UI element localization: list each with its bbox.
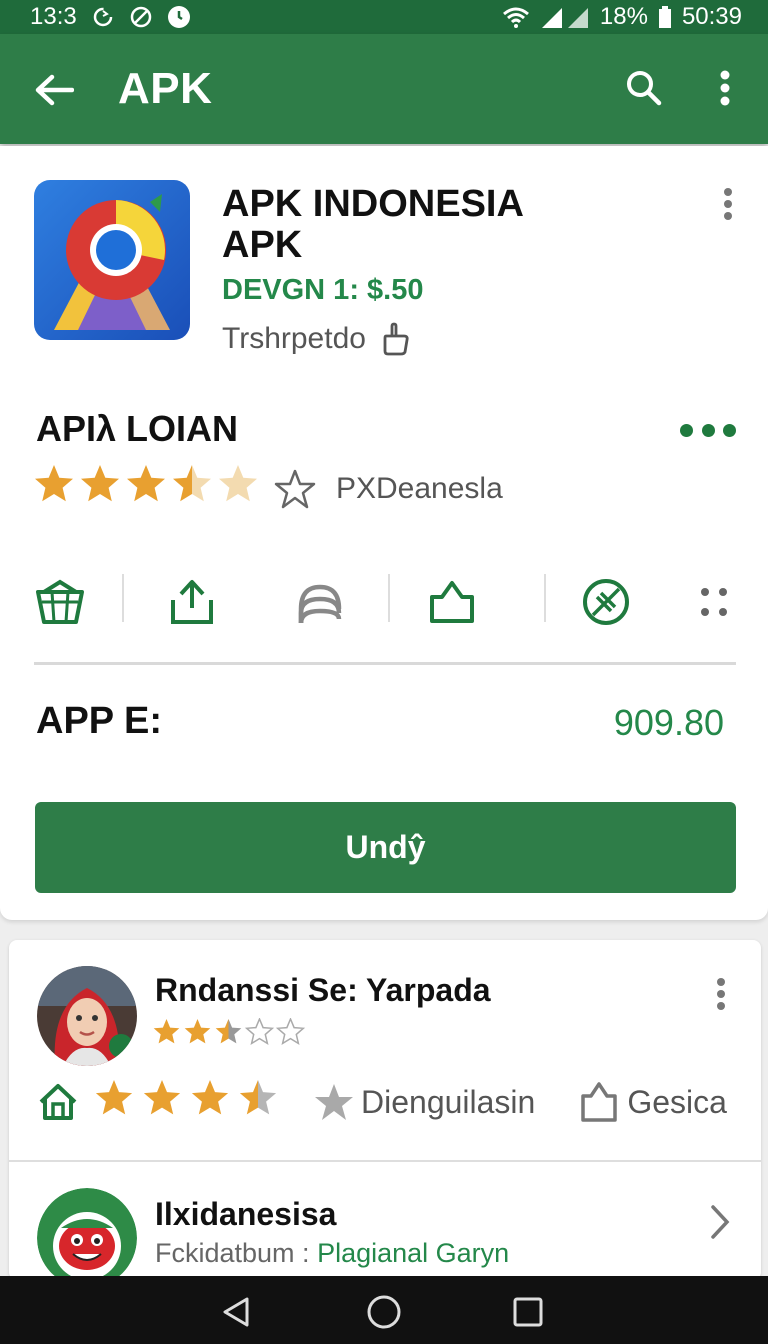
search-button[interactable] [620, 64, 668, 112]
rating-star [95, 1080, 133, 1115]
search-icon [625, 69, 663, 107]
review-label-1[interactable]: Dienguilasin [361, 1084, 535, 1121]
app-icon[interactable] [34, 180, 190, 340]
basket-icon [34, 578, 86, 626]
app-subtitle-row: Trshrpetdo [222, 322, 410, 356]
review-menu-button[interactable] [701, 970, 741, 1018]
section-title: APIλ LOIAN [36, 408, 239, 449]
back-arrow-icon [34, 73, 74, 107]
overflow-menu-button[interactable] [701, 64, 749, 112]
no-disturb-icon [129, 5, 153, 29]
rating-star [191, 1080, 229, 1115]
nav-recents-button[interactable] [508, 1292, 548, 1332]
action-divider [122, 574, 124, 622]
app-bar-title: APK [118, 64, 213, 113]
nav-home-button[interactable] [364, 1292, 404, 1332]
more-vert-icon [723, 187, 733, 221]
signal-icon [540, 6, 590, 28]
primary-action-button[interactable]: Undŷ [35, 802, 736, 893]
rating-star [215, 1019, 242, 1044]
upload-button[interactable] [164, 574, 220, 630]
battery-icon [658, 6, 672, 28]
rating-star [244, 1018, 275, 1045]
share-button[interactable] [424, 574, 480, 630]
nav-back-icon [221, 1296, 251, 1328]
back-button[interactable] [32, 68, 76, 112]
basket-button[interactable] [32, 574, 88, 630]
share-box-icon[interactable] [579, 1080, 619, 1124]
thumbs-up-icon[interactable] [380, 322, 410, 356]
status-clock: 50:39 [681, 3, 742, 30]
grid-dots-icon [699, 586, 729, 618]
rating-star [275, 1018, 306, 1045]
review-action-stars [95, 1080, 277, 1115]
alarm-icon [167, 5, 191, 29]
rating-star [184, 1019, 211, 1044]
status-time-left: 13:3 [30, 3, 77, 30]
review-actions: Dienguilasin Gesica [37, 1076, 757, 1128]
more-vert-icon [719, 70, 731, 106]
rating-star [127, 465, 165, 502]
chevron-right-icon [710, 1204, 730, 1240]
action-row [30, 566, 750, 636]
app-title-line1: APK INDONESIA [222, 183, 524, 225]
price-label: APP E: [36, 700, 163, 742]
more-vert-icon [716, 977, 726, 1011]
rating-star [239, 1080, 277, 1115]
more-horiz-button[interactable] [680, 414, 736, 446]
reviewer-avatar[interactable] [37, 966, 137, 1066]
rainbow-button[interactable] [292, 574, 348, 630]
star-icon [313, 1081, 355, 1123]
app-developer: DEVGN 1: $.50 [222, 274, 424, 306]
rating-star [143, 1080, 181, 1115]
app-menu-button[interactable] [708, 180, 748, 228]
app-bar: APK [0, 34, 768, 144]
share-icon [428, 579, 476, 625]
review-card: Rndanssi Se: Yarpada Dienguilasin Gesica [9, 940, 761, 1280]
list-item-open-button[interactable] [703, 1202, 737, 1242]
sync-icon [91, 5, 115, 29]
status-bar: 13:3 18% 50:39 [0, 0, 768, 34]
app-detail-card: APK INDONESIA APK DEVGN 1: $.50 Trshrpet… [0, 146, 768, 920]
rainbow-icon [295, 579, 345, 625]
grid-menu-button[interactable] [686, 574, 742, 630]
list-item-avatar[interactable] [37, 1188, 137, 1280]
rating-star [219, 465, 257, 502]
nav-home-icon [366, 1294, 402, 1330]
home-icon[interactable] [37, 1082, 79, 1122]
list-item-sub-gray: Fckidatbum : [155, 1238, 318, 1268]
list-divider [9, 1160, 761, 1162]
nav-recents-icon [512, 1296, 544, 1328]
system-nav-bar [0, 1276, 768, 1344]
app-title-line2: APK [222, 224, 303, 266]
list-item-title[interactable]: Ilxidanesisa [155, 1196, 336, 1233]
upload-icon [169, 578, 215, 626]
rating-label: PXDeanesla [336, 472, 503, 505]
nav-back-button[interactable] [216, 1292, 256, 1332]
list-item-subtitle: Fckidatbum : Plagianal Garyn [155, 1238, 509, 1269]
price-value: 909.80 [613, 702, 724, 743]
battery-percent: 18% [599, 3, 648, 30]
more-horiz-icon [680, 423, 693, 437]
list-item-sub-green: Plagianal Garyn [317, 1238, 510, 1268]
wifi-icon [502, 6, 530, 28]
rating-star [173, 465, 211, 502]
divider [34, 662, 736, 665]
rating-row: PXDeanesla [34, 464, 503, 514]
rating-star [153, 1019, 180, 1044]
cancel-button[interactable] [578, 574, 634, 630]
action-divider [388, 574, 390, 622]
review-label-2[interactable]: Gesica [627, 1084, 727, 1121]
action-divider [544, 574, 546, 622]
reviewer-stars [153, 1018, 313, 1050]
reviewer-name: Rndanssi Se: Yarpada [155, 972, 491, 1008]
rating-star [81, 465, 119, 502]
rating-stars [35, 465, 257, 502]
star-outline-icon [274, 468, 316, 510]
app-title: APK INDONESIA APK [222, 184, 524, 266]
rating-star [35, 465, 73, 502]
cancel-icon [581, 577, 631, 627]
app-subtitle: Trshrpetdo [222, 322, 366, 355]
